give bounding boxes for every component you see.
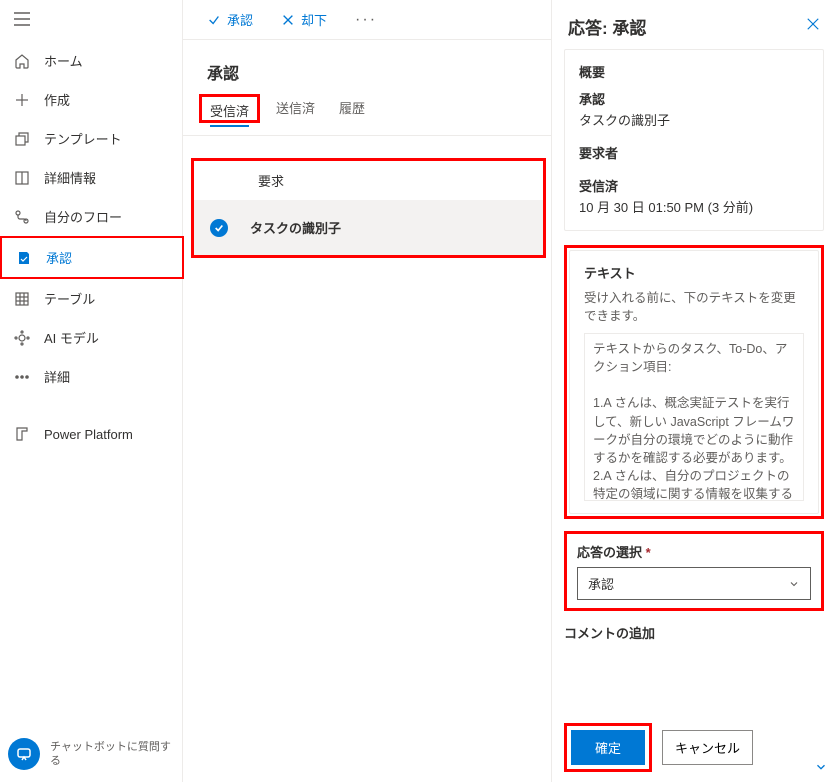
sidebar-item-label: 承認 — [46, 248, 72, 267]
request-title: タスクの識別子 — [250, 218, 341, 237]
response-label: 応答の選択 — [577, 545, 642, 560]
chatbot-icon — [8, 738, 40, 770]
response-select[interactable]: 承認 — [577, 567, 811, 600]
sidebar-item-label: テンプレート — [44, 129, 122, 148]
sidebar-item-power-platform[interactable]: Power Platform — [0, 416, 182, 452]
sidebar-item-templates[interactable]: テンプレート — [0, 119, 182, 158]
plus-icon — [14, 92, 30, 108]
sidebar-item-ai-models[interactable]: AI モデル — [0, 318, 182, 357]
sidebar-item-label: 詳細情報 — [44, 168, 96, 187]
chatbot-launcher[interactable]: チャットボットに質問する — [0, 726, 182, 782]
reject-label: 却下 — [301, 10, 327, 29]
tab-sent[interactable]: 送信済 — [276, 98, 315, 123]
close-icon — [806, 17, 820, 31]
approval-label: 承認 — [579, 89, 809, 108]
sidebar-item-label: AI モデル — [44, 328, 99, 347]
approve-action[interactable]: 承認 — [207, 10, 253, 29]
approve-icon — [16, 250, 32, 266]
hamburger-menu[interactable] — [0, 0, 182, 41]
approve-label: 承認 — [227, 10, 253, 29]
template-icon — [14, 131, 30, 147]
task-id: タスクの識別子 — [579, 110, 809, 129]
table-icon — [14, 291, 30, 307]
close-panel-button[interactable] — [806, 17, 820, 36]
check-icon — [207, 13, 221, 27]
chatbot-text: チャットボットに質問する — [50, 740, 174, 769]
text-help: 受け入れる前に、下のテキストを変更できます。 — [584, 290, 804, 325]
reject-action[interactable]: 却下 — [281, 10, 327, 29]
sidebar-item-my-flows[interactable]: 自分のフロー — [0, 197, 182, 236]
sidebar-item-label: Power Platform — [44, 427, 133, 442]
sidebar-item-label: 詳細 — [44, 367, 70, 386]
sidebar-item-label: ホーム — [44, 51, 83, 70]
sidebar-item-more[interactable]: 詳細 — [0, 357, 182, 396]
book-icon — [14, 170, 30, 186]
requester-label: 要求者 — [579, 143, 809, 162]
text-content-area[interactable]: テキストからのタスク、To-Do、アクション項目: 1.A さんは、概念実証テス… — [584, 333, 804, 501]
sidebar-item-label: テーブル — [44, 289, 95, 308]
panel-title: 応答: 承認 — [568, 14, 646, 39]
sidebar-item-approvals[interactable]: 承認 — [0, 236, 184, 279]
tab-received[interactable]: 受信済 — [210, 104, 249, 127]
tab-history[interactable]: 履歴 — [339, 98, 365, 123]
chevron-down-icon — [788, 578, 800, 590]
sidebar-item-home[interactable]: ホーム — [0, 41, 182, 80]
platform-icon — [14, 426, 30, 442]
checked-icon[interactable] — [210, 219, 228, 237]
text-section-label: テキスト — [584, 263, 804, 282]
comment-label: コメントの追加 — [564, 623, 824, 642]
response-value: 承認 — [588, 574, 614, 593]
sidebar-item-label: 自分のフロー — [44, 207, 122, 226]
x-icon — [281, 13, 295, 27]
chevron-down-icon[interactable] — [814, 760, 828, 774]
ai-icon — [14, 330, 30, 346]
sidebar-item-create[interactable]: 作成 — [0, 80, 182, 119]
sidebar-item-learn[interactable]: 詳細情報 — [0, 158, 182, 197]
received-time: 10 月 30 日 01:50 PM (3 分前) — [579, 197, 809, 216]
required-mark: * — [646, 545, 651, 560]
col-request: 要求 — [258, 171, 284, 190]
overview-label: 概要 — [579, 62, 809, 81]
table-row[interactable]: タスクの識別子 — [194, 200, 543, 255]
more-icon — [14, 369, 30, 385]
received-label: 受信済 — [579, 176, 809, 195]
toolbar-more[interactable]: ··· — [355, 11, 377, 29]
home-icon — [14, 53, 30, 69]
flow-icon — [14, 209, 30, 225]
page-title: 承認 — [183, 40, 551, 98]
sidebar-item-tables[interactable]: テーブル — [0, 279, 182, 318]
cancel-button[interactable]: キャンセル — [662, 730, 753, 765]
confirm-button[interactable]: 確定 — [571, 730, 645, 765]
sidebar-item-label: 作成 — [44, 90, 70, 109]
